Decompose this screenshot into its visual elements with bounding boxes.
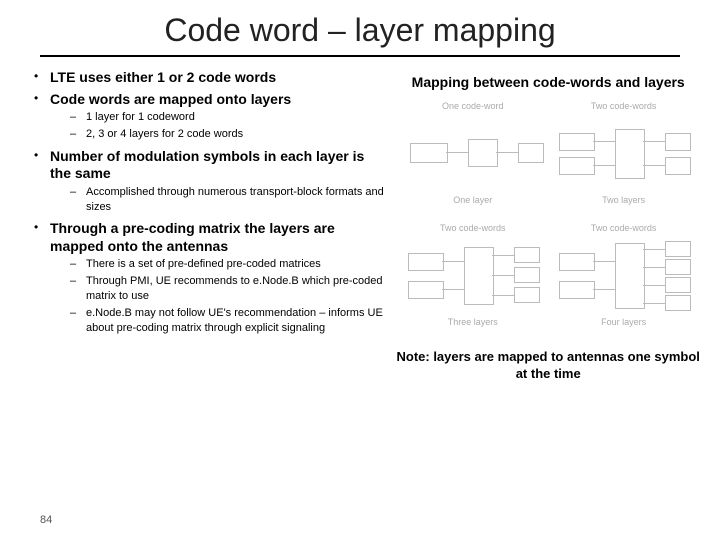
- line: [442, 289, 464, 290]
- diagram-cell-4: Two code-words Four layers: [557, 223, 690, 331]
- right-column: Mapping between code-words and layers On…: [396, 69, 700, 383]
- line: [593, 165, 615, 166]
- line: [442, 261, 464, 262]
- diagram-cell-2: Two code-words Two layers: [557, 101, 690, 209]
- bullet-2: Code words are mapped onto layers 1 laye…: [30, 91, 386, 142]
- layer-box: [665, 295, 691, 311]
- bullet-2-text: Code words are mapped onto layers: [50, 91, 386, 109]
- title-rule: [40, 55, 680, 57]
- map-box: [615, 243, 645, 309]
- diagram-grid: One code-word One layer Two code-words: [396, 101, 700, 331]
- diagram-caption-1: One code-word: [406, 101, 539, 111]
- map-box: [464, 247, 494, 305]
- diagram-4: [557, 237, 690, 317]
- diagram-label-2: Two layers: [557, 195, 690, 205]
- line: [593, 261, 615, 262]
- layer-box: [665, 277, 691, 293]
- line: [492, 295, 514, 296]
- line: [643, 285, 665, 286]
- cw-box: [559, 281, 595, 299]
- cw-box: [559, 253, 595, 271]
- right-heading: Mapping between code-words and layers: [396, 73, 700, 91]
- bullet-1-text: LTE uses either 1 or 2 code words: [50, 69, 386, 87]
- diagram-label-1: One layer: [406, 195, 539, 205]
- cw-box: [408, 253, 444, 271]
- line: [643, 303, 665, 304]
- diagram-caption-2: Two code-words: [557, 101, 690, 111]
- bullet-3-text: Number of modulation symbols in each lay…: [50, 148, 386, 183]
- diagram-cell-3: Two code-words Three layers: [406, 223, 539, 331]
- layer-box: [514, 267, 540, 283]
- layer-box: [518, 143, 544, 163]
- cw-box: [559, 133, 595, 151]
- diagram-label-3: Three layers: [406, 317, 539, 327]
- sub-2-2: 2, 3 or 4 layers for 2 code words: [50, 127, 386, 142]
- note-text: Note: layers are mapped to antennas one …: [396, 349, 700, 383]
- diagram-2: [557, 115, 690, 195]
- sub-2-1: 1 layer for 1 codeword: [50, 110, 386, 125]
- line: [643, 267, 665, 268]
- sub-3-1: Accomplished through numerous transport-…: [50, 185, 386, 215]
- line: [643, 165, 665, 166]
- bullet-4-text: Through a pre-coding matrix the layers a…: [50, 220, 386, 255]
- layer-box: [514, 247, 540, 263]
- page-number: 84: [40, 514, 52, 526]
- diagram-caption-3: Two code-words: [406, 223, 539, 233]
- line: [643, 141, 665, 142]
- left-column: LTE uses either 1 or 2 code words Code w…: [20, 69, 396, 383]
- sub-4-2: Through PMI, UE recommends to e.Node.B w…: [50, 274, 386, 304]
- diagram-1: [406, 115, 539, 195]
- bullet-1: LTE uses either 1 or 2 code words: [30, 69, 386, 87]
- map-box: [615, 129, 645, 179]
- sub-4-1: There is a set of pre-defined pre-coded …: [50, 257, 386, 272]
- diagram-label-4: Four layers: [557, 317, 690, 327]
- line: [446, 152, 468, 153]
- bullet-3: Number of modulation symbols in each lay…: [30, 148, 386, 215]
- layer-box: [665, 241, 691, 257]
- line: [593, 289, 615, 290]
- content-area: LTE uses either 1 or 2 code words Code w…: [0, 65, 720, 383]
- line: [492, 275, 514, 276]
- bullet-4: Through a pre-coding matrix the layers a…: [30, 220, 386, 335]
- line: [593, 141, 615, 142]
- layer-box: [665, 133, 691, 151]
- sub-4-3: e.Node.B may not follow UE's recommendat…: [50, 306, 386, 336]
- map-box: [468, 139, 498, 167]
- line: [643, 249, 665, 250]
- cw-box: [410, 143, 448, 163]
- cw-box: [559, 157, 595, 175]
- diagram-cell-1: One code-word One layer: [406, 101, 539, 209]
- line: [496, 152, 518, 153]
- layer-box: [665, 259, 691, 275]
- line: [492, 255, 514, 256]
- layer-box: [514, 287, 540, 303]
- diagram-caption-4: Two code-words: [557, 223, 690, 233]
- diagram-3: [406, 237, 539, 317]
- layer-box: [665, 157, 691, 175]
- cw-box: [408, 281, 444, 299]
- slide-title: Code word – layer mapping: [0, 0, 720, 55]
